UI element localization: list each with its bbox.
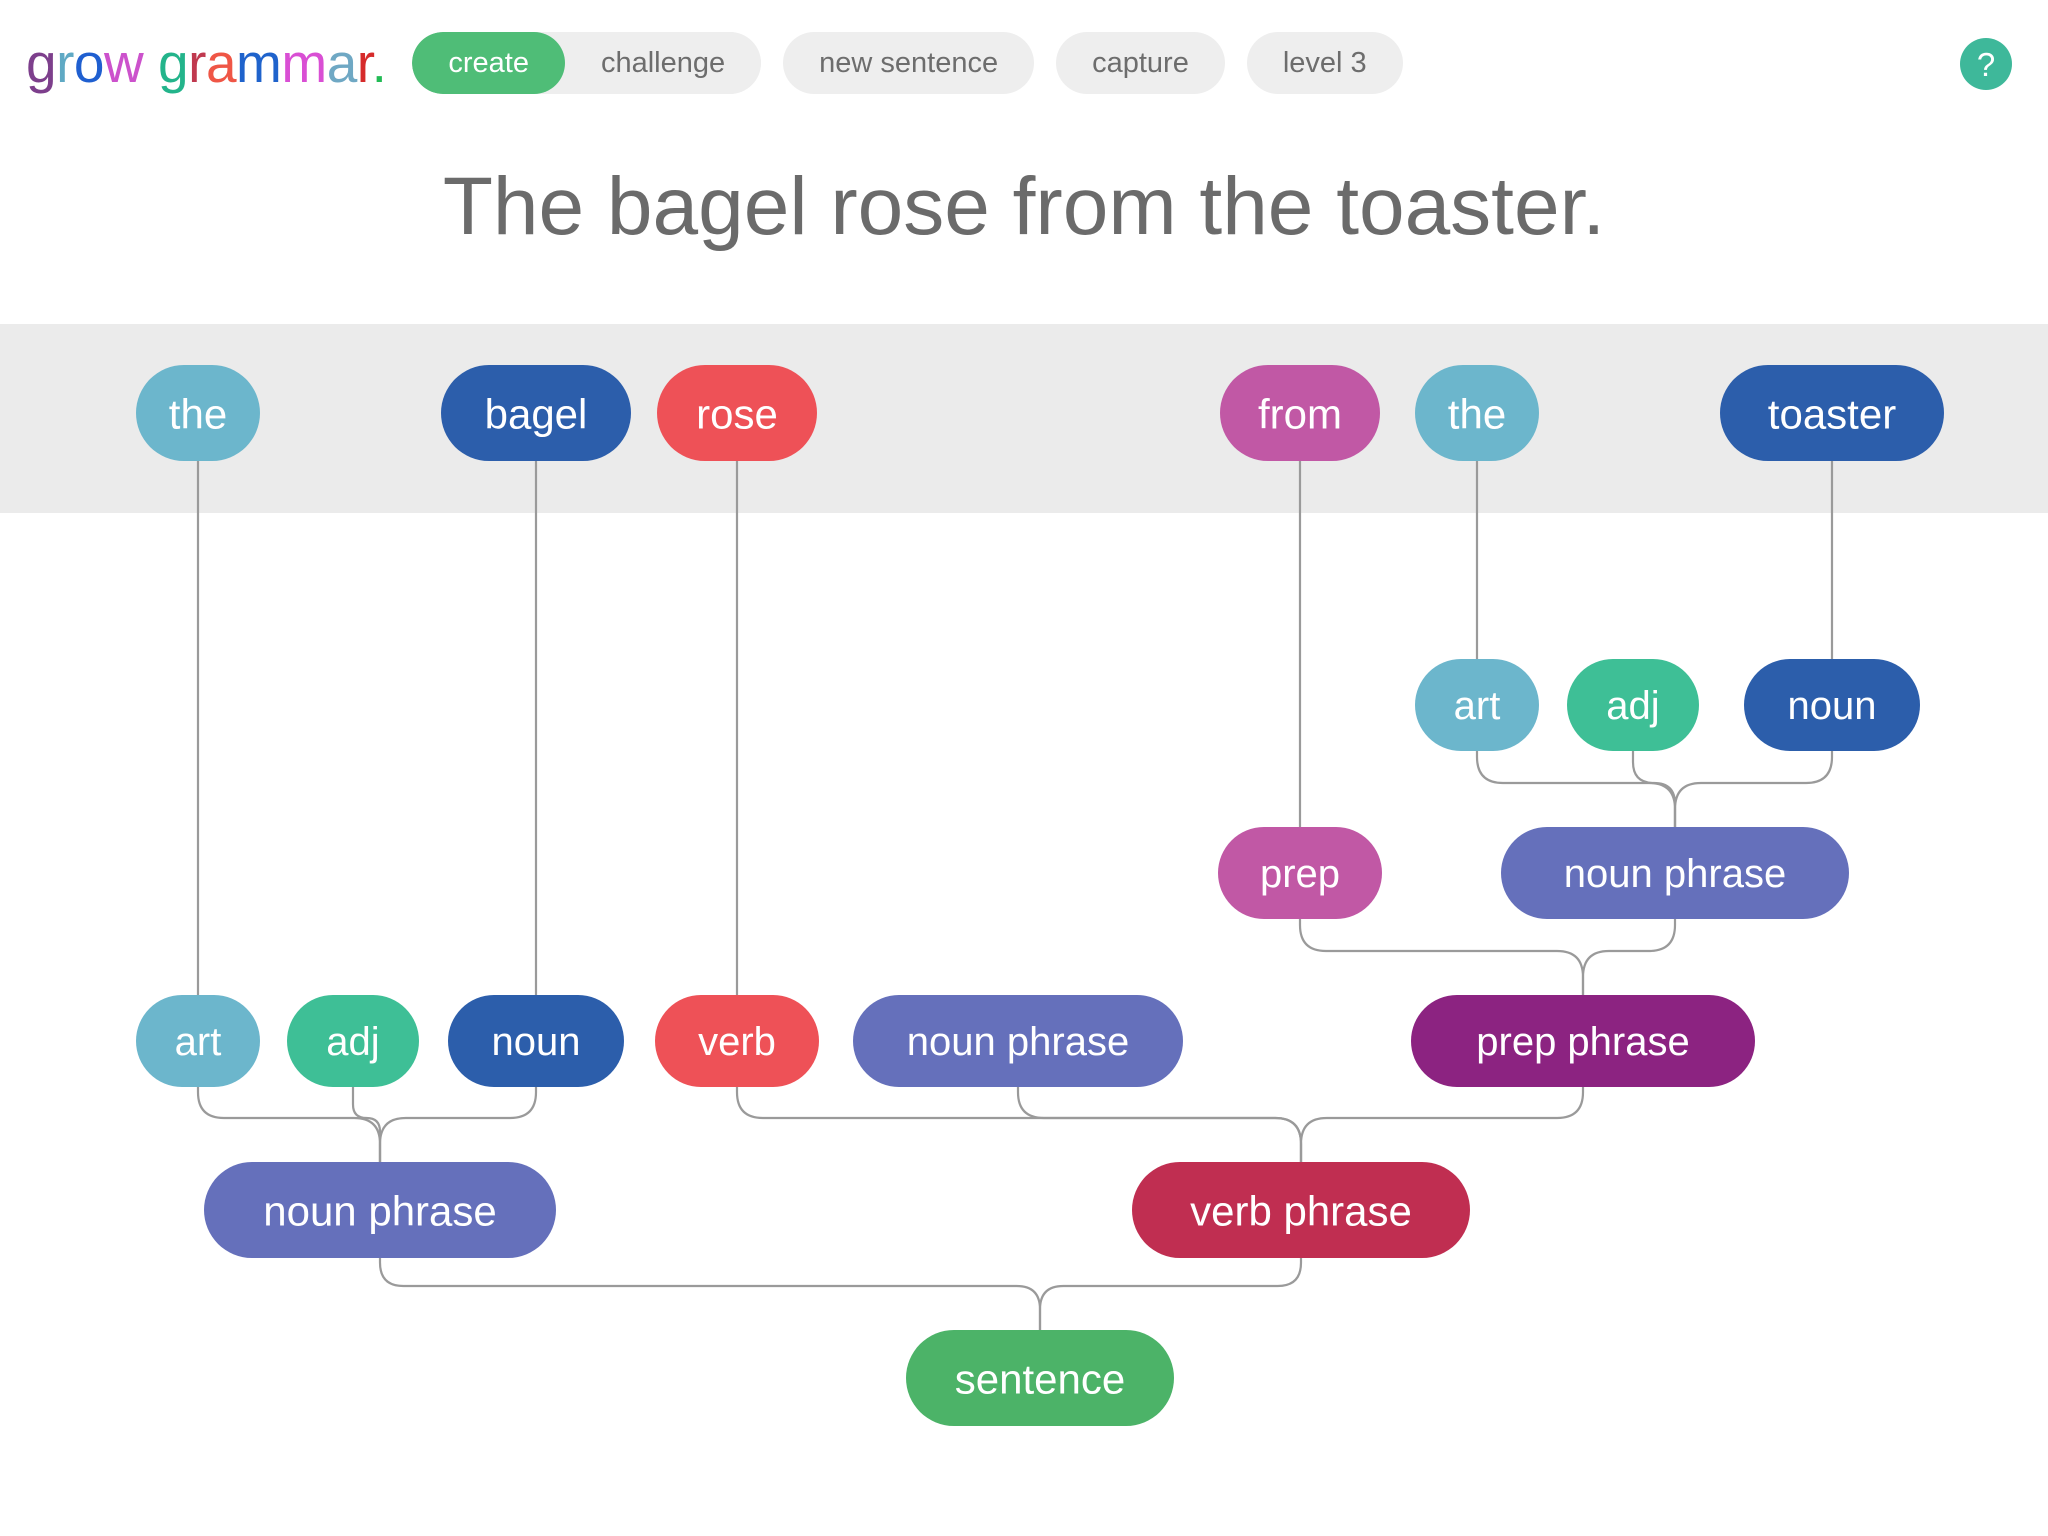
node-label: rose — [696, 391, 778, 438]
tree-node-p-prep[interactable]: prep — [1218, 827, 1382, 919]
help-icon[interactable]: ? — [1960, 38, 2012, 90]
tree-node-p-verb[interactable]: verb — [655, 995, 819, 1087]
logo-letter-1: r — [56, 31, 74, 94]
logo-letter-5: g — [158, 31, 189, 94]
mode-segmented-control[interactable]: create challenge — [412, 32, 762, 94]
tree-node-np-mid[interactable]: noun phrase — [853, 995, 1183, 1087]
nav-group: create challenge new sentence capture le… — [412, 32, 1403, 94]
logo-letter-9: m — [281, 31, 327, 94]
logo-letter-4 — [143, 32, 158, 94]
node-label: art — [175, 1020, 222, 1064]
new-sentence-button[interactable]: new sentence — [783, 32, 1035, 94]
tree-edge — [1298, 919, 1585, 995]
logo-letter-7: a — [205, 31, 237, 94]
tree-edge — [378, 1258, 1042, 1330]
app-logo: grow grammar. — [26, 35, 387, 91]
tree-node-w-bagel[interactable]: bagel — [441, 365, 631, 461]
tree-edge — [1299, 1087, 1585, 1162]
node-label: sentence — [955, 1356, 1125, 1403]
node-label: verb — [698, 1020, 776, 1064]
node-label: noun phrase — [907, 1020, 1129, 1064]
node-label: verb phrase — [1190, 1188, 1412, 1235]
tree-node-p-noun1[interactable]: noun — [448, 995, 624, 1087]
logo-letter-12: . — [371, 31, 387, 94]
node-label: noun — [1788, 684, 1877, 728]
tree-edge — [1631, 751, 1677, 827]
tree-edge — [1016, 1087, 1303, 1162]
tab-challenge[interactable]: challenge — [564, 32, 762, 94]
tree-node-p-art2[interactable]: art — [1415, 659, 1539, 751]
node-label: noun phrase — [263, 1188, 497, 1235]
tree-edge — [1475, 751, 1677, 827]
node-label: prep — [1260, 852, 1340, 896]
node-label: adj — [326, 1020, 379, 1064]
tree-edge — [1673, 751, 1834, 827]
node-label: bagel — [485, 391, 588, 438]
tree-node-w-toaster[interactable]: toaster — [1720, 365, 1944, 461]
tree-edge — [351, 1087, 382, 1162]
tree-node-w-the1[interactable]: the — [136, 365, 260, 461]
tree-node-w-the2[interactable]: the — [1415, 365, 1539, 461]
tree-node-np-left[interactable]: noun phrase — [204, 1162, 556, 1258]
node-label: noun phrase — [1564, 852, 1786, 896]
node-label: the — [1448, 391, 1506, 438]
node-label: noun — [492, 1020, 581, 1064]
logo-letter-0: g — [26, 31, 57, 94]
tree-node-layer: the bagel rose from the toaster art adj noun prep… — [136, 365, 1944, 1426]
node-label: the — [169, 391, 227, 438]
tree-node-np-right[interactable]: noun phrase — [1501, 827, 1849, 919]
node-label: from — [1258, 391, 1342, 438]
level-button[interactable]: level 3 — [1246, 32, 1403, 94]
tree-node-w-rose[interactable]: rose — [657, 365, 817, 461]
node-label: prep phrase — [1476, 1020, 1689, 1064]
logo-letter-2: o — [73, 31, 105, 94]
tree-node-s-root[interactable]: sentence — [906, 1330, 1174, 1426]
tab-create[interactable]: create — [412, 32, 565, 94]
page-title: The bagel rose from the toaster. — [442, 161, 1606, 252]
tree-edge — [1581, 919, 1677, 995]
tree-node-p-adj2[interactable]: adj — [1567, 659, 1699, 751]
node-label: toaster — [1768, 391, 1896, 438]
logo-letter-6: r — [188, 31, 206, 94]
node-label: adj — [1606, 684, 1659, 728]
logo-letter-11: r — [356, 31, 372, 94]
logo-letter-3: w — [104, 31, 144, 94]
capture-button[interactable]: capture — [1056, 32, 1225, 94]
tree-node-vp[interactable]: verb phrase — [1132, 1162, 1470, 1258]
tree-edge — [1038, 1258, 1303, 1330]
top-bar: grow grammar. create challenge new sente… — [0, 0, 2048, 126]
logo-letter-10: a — [326, 31, 358, 94]
tree-edge — [196, 1087, 382, 1162]
tree-node-pp-right[interactable]: prep phrase — [1411, 995, 1755, 1087]
tree-node-p-adj1[interactable]: adj — [287, 995, 419, 1087]
tree-node-w-from[interactable]: from — [1220, 365, 1380, 461]
node-label: art — [1454, 684, 1501, 728]
tree-node-p-noun2[interactable]: noun — [1744, 659, 1920, 751]
tree-node-p-art1[interactable]: art — [136, 995, 260, 1087]
tree-edge — [735, 1087, 1303, 1162]
tree-edge — [378, 1087, 538, 1162]
logo-letter-8: m — [236, 31, 282, 94]
